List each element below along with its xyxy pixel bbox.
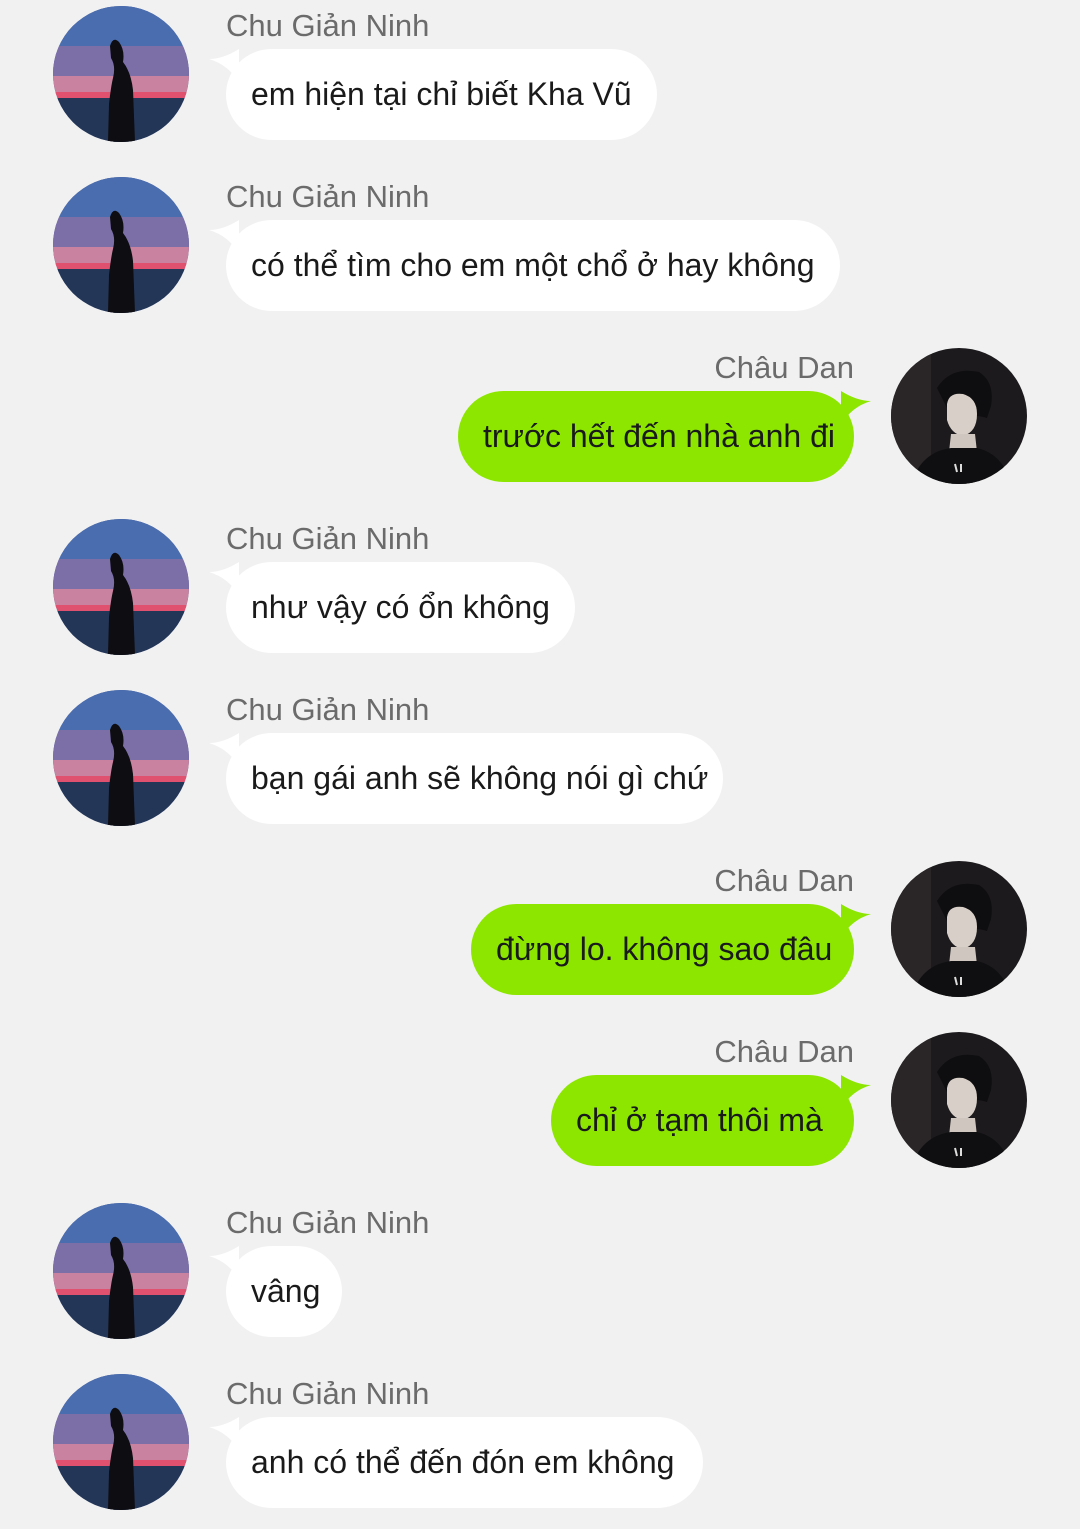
sender-name: Châu Dan bbox=[714, 863, 854, 898]
sender-avatar[interactable] bbox=[891, 348, 1027, 484]
dark-portrait-avatar-icon bbox=[891, 1032, 1027, 1168]
message-bubble[interactable]: đừng lo. không sao đâu bbox=[471, 904, 854, 995]
silhouette-sunset-avatar-icon bbox=[53, 177, 189, 313]
sender-avatar[interactable] bbox=[891, 1032, 1027, 1168]
message-bubble[interactable]: anh có thể đến đón em không bbox=[226, 1417, 703, 1508]
message-bubble[interactable]: trước hết đến nhà anh đi bbox=[458, 391, 854, 482]
sender-avatar[interactable] bbox=[53, 177, 189, 313]
silhouette-sunset-avatar-icon bbox=[53, 1374, 189, 1510]
silhouette-sunset-avatar-icon bbox=[53, 6, 189, 142]
message-bubble[interactable]: chỉ ở tạm thôi mà bbox=[551, 1075, 854, 1166]
chat-message: Chu Giản Ninh có thể tìm cho em một chổ … bbox=[0, 171, 1080, 321]
message-bubble[interactable]: bạn gái anh sẽ không nói gì chứ bbox=[226, 733, 723, 824]
message-bubble[interactable]: như vậy có ổn không bbox=[226, 562, 575, 653]
chat-message: Châu Dan chỉ ở tạm thôi mà bbox=[0, 1026, 1080, 1176]
silhouette-sunset-avatar-icon bbox=[53, 519, 189, 655]
chat-message: Chu Giản Ninh anh có thể đến đón em khôn… bbox=[0, 1368, 1080, 1518]
sender-name: Chu Giản Ninh bbox=[226, 179, 430, 214]
sender-name: Chu Giản Ninh bbox=[226, 8, 430, 43]
chat-message: Chu Giản Ninh như vậy có ổn không bbox=[0, 513, 1080, 663]
dark-portrait-avatar-icon bbox=[891, 348, 1027, 484]
message-bubble[interactable]: có thể tìm cho em một chổ ở hay không bbox=[226, 220, 840, 311]
sender-name: Châu Dan bbox=[714, 1034, 854, 1069]
sender-name: Chu Giản Ninh bbox=[226, 1205, 430, 1240]
chat-message: Châu Dan trước hết đến nhà anh đi bbox=[0, 342, 1080, 492]
sender-avatar[interactable] bbox=[53, 1203, 189, 1339]
silhouette-sunset-avatar-icon bbox=[53, 1203, 189, 1339]
chat-message: Chu Giản Ninh bạn gái anh sẽ không nói g… bbox=[0, 684, 1080, 834]
chat-message: Chu Giản Ninh em hiện tại chỉ biết Kha V… bbox=[0, 0, 1080, 150]
sender-avatar[interactable] bbox=[53, 1374, 189, 1510]
chat-thread[interactable]: Chu Giản Ninh em hiện tại chỉ biết Kha V… bbox=[0, 0, 1080, 1529]
sender-avatar[interactable] bbox=[53, 6, 189, 142]
sender-name: Chu Giản Ninh bbox=[226, 1376, 430, 1411]
chat-message: Chu Giản Ninh vâng bbox=[0, 1197, 1080, 1347]
sender-name: Chu Giản Ninh bbox=[226, 692, 430, 727]
sender-avatar[interactable] bbox=[53, 690, 189, 826]
sender-name: Châu Dan bbox=[714, 350, 854, 385]
dark-portrait-avatar-icon bbox=[891, 861, 1027, 997]
sender-avatar[interactable] bbox=[891, 861, 1027, 997]
sender-name: Chu Giản Ninh bbox=[226, 521, 430, 556]
message-bubble[interactable]: vâng bbox=[226, 1246, 342, 1337]
sender-avatar[interactable] bbox=[53, 519, 189, 655]
chat-message: Châu Dan đừng lo. không sao đâu bbox=[0, 855, 1080, 1005]
silhouette-sunset-avatar-icon bbox=[53, 690, 189, 826]
message-bubble[interactable]: em hiện tại chỉ biết Kha Vũ bbox=[226, 49, 657, 140]
